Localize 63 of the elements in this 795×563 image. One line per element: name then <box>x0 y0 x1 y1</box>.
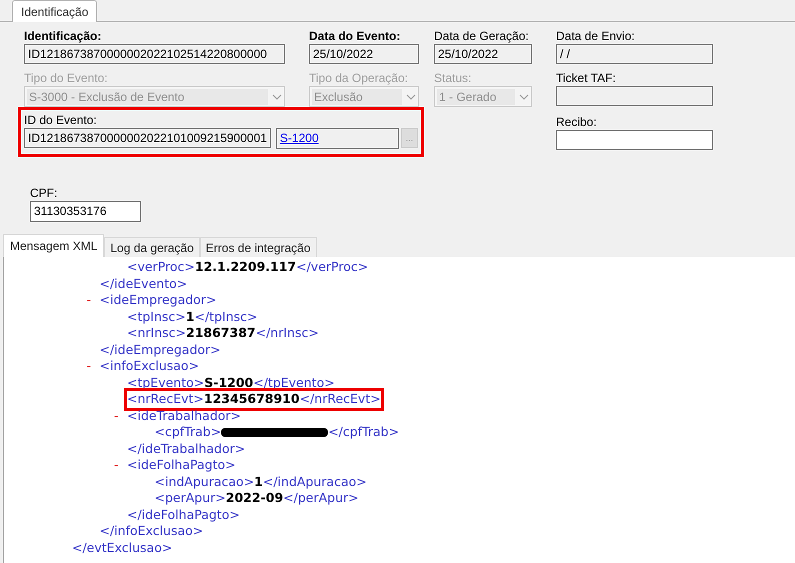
text-field[interactable]: 25/10/2022 <box>434 44 532 64</box>
xml-tag: <indApuracao> <box>154 474 254 490</box>
text-field[interactable]: 25/10/2022 <box>309 44 419 64</box>
field-label: Ticket TAF: <box>556 71 617 85</box>
xml-tag: <nrInsc> <box>127 325 186 342</box>
xml-tag: <cpfTrab> <box>154 424 222 440</box>
xml-tag: </evtExclusao> <box>72 540 172 556</box>
xml-tag: </infoExclusao> <box>100 523 204 540</box>
xml-tag: <tpInsc> <box>127 308 186 325</box>
collapse-toggle[interactable]: - <box>72 358 100 374</box>
field-label: Recibo: <box>556 115 598 129</box>
xml-value: 2022-09 <box>226 490 284 506</box>
xml-tag: </nrInsc> <box>256 325 319 342</box>
chevron-down-icon <box>406 94 416 100</box>
xml-tag: </tpEvento> <box>253 374 335 391</box>
xml-value: 12345678910 <box>204 391 300 408</box>
tab[interactable]: Log da geração <box>104 237 200 257</box>
field-label: Identificação: <box>24 29 102 43</box>
xml-tag: <nrRecEvt> <box>127 391 204 408</box>
text-field[interactable] <box>556 130 713 150</box>
xml-value: 21867387 <box>186 325 256 342</box>
collapse-toggle[interactable]: - <box>100 408 127 424</box>
xml-tag: </ideFolhaPagto> <box>127 506 240 523</box>
xml-value: 1 <box>254 474 263 490</box>
field-label: Data do Evento: <box>309 29 402 43</box>
collapse-toggle[interactable]: - <box>100 457 127 474</box>
field-label: Status: <box>434 71 472 85</box>
event-id-field[interactable]: ID1218673870000002022101009215900001 <box>24 128 271 148</box>
xml-value: 1 <box>186 308 194 325</box>
xml-tag: </ideTrabalhador> <box>127 440 246 457</box>
xml-tag: </indApuracao> <box>262 474 367 490</box>
xml-tag: <ideEmpregador> <box>100 292 216 308</box>
xml-tag: <tpEvento> <box>127 374 204 391</box>
xml-tag: </cpfTrab> <box>328 424 400 440</box>
xml-value: S-1200 <box>204 374 254 391</box>
tab[interactable]: Erros de integração <box>200 237 317 257</box>
xml-tag: <perApur> <box>154 490 226 506</box>
cpf-field[interactable]: 31130353176 <box>30 201 141 222</box>
text-field[interactable] <box>556 86 713 106</box>
collapse-toggle[interactable]: - <box>72 292 100 308</box>
text-field[interactable]: ID1218673870000002022102514220800000 <box>24 44 285 64</box>
xml-tag: <ideFolhaPagto> <box>127 457 236 474</box>
field-label: CPF: <box>30 186 58 200</box>
tab[interactable]: Identificação <box>12 0 98 22</box>
field-label: ID do Evento: <box>24 113 98 127</box>
field-label: Data de Geração: <box>434 29 530 43</box>
xml-tag: </ideEmpregador> <box>100 342 221 358</box>
xml-tag: </ideEvento> <box>100 276 188 292</box>
xml-tag: <verProc> <box>127 259 195 276</box>
xml-tag: <infoExclusao> <box>100 358 200 374</box>
xml-tag: </verProc> <box>296 259 368 276</box>
xml-tag: <ideTrabalhador> <box>127 408 242 424</box>
field-label: Tipo da Operação: <box>309 71 409 85</box>
field-label: Data de Envio: <box>556 29 636 43</box>
xml-value: 12.1.2209.117 <box>194 259 296 276</box>
tab[interactable]: Mensagem XML <box>3 234 104 257</box>
chevron-down-icon <box>519 94 529 100</box>
field-label: Tipo do Evento: <box>24 71 109 85</box>
chevron-down-icon <box>272 94 282 100</box>
xml-tag: </nrRecEvt> <box>300 391 381 408</box>
xml-tag: </tpInsc> <box>194 308 258 325</box>
xml-tag: </perApur> <box>283 490 359 506</box>
text-field[interactable]: / / <box>556 44 713 64</box>
